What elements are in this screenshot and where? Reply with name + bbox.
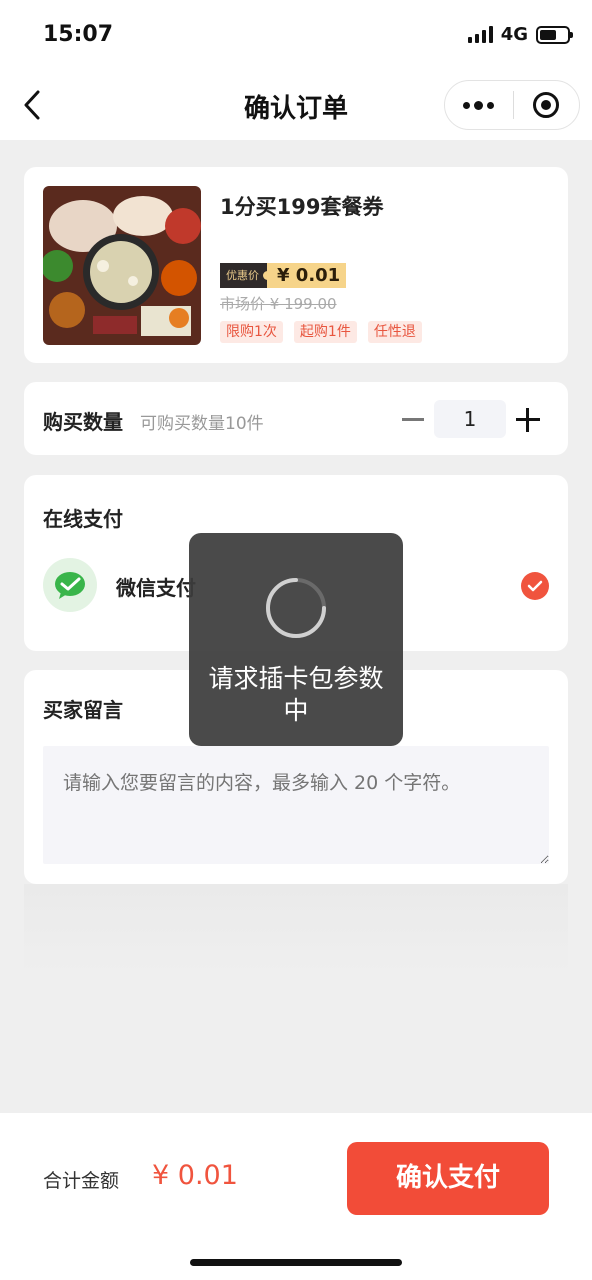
product-name: 1分买199套餐券 bbox=[220, 195, 384, 219]
wechat-pay-icon bbox=[43, 558, 97, 612]
mini-program-capsule bbox=[444, 80, 580, 130]
product-tags: 限购1次 起购1件 任性退 bbox=[220, 321, 422, 343]
message-title: 买家留言 bbox=[43, 698, 123, 722]
decrement-button[interactable] bbox=[402, 418, 424, 421]
quantity-card: 购买数量 可购买数量10件 1 bbox=[24, 382, 568, 455]
more-icon bbox=[463, 101, 471, 109]
loading-spinner-icon bbox=[266, 578, 326, 638]
increment-button[interactable] bbox=[516, 408, 540, 432]
discount-price: ¥ 0.01 bbox=[267, 263, 347, 288]
product-card: 1分买199套餐券 优惠价 ¥ 0.01 市场价 ¥ 199.00 限购1次 起… bbox=[24, 167, 568, 363]
price-row: 优惠价 ¥ 0.01 bbox=[220, 263, 347, 288]
wechat-pay-label[interactable]: 微信支付 bbox=[116, 572, 196, 601]
price-tag-label: 优惠价 bbox=[220, 263, 272, 288]
market-price: 市场价 ¥ 199.00 bbox=[220, 295, 337, 313]
battery-icon bbox=[536, 25, 573, 44]
network-type: 4G bbox=[500, 24, 528, 45]
tag-refund: 任性退 bbox=[367, 321, 422, 343]
payment-title: 在线支付 bbox=[43, 507, 123, 531]
home-indicator bbox=[190, 1259, 402, 1266]
confirm-pay-button[interactable]: 确认支付 bbox=[347, 1142, 549, 1215]
tag-min: 起购1件 bbox=[293, 321, 357, 343]
total-label: 合计金额 bbox=[43, 1170, 120, 1192]
target-icon bbox=[533, 92, 560, 118]
quantity-input[interactable]: 1 bbox=[434, 400, 506, 438]
more-button[interactable] bbox=[445, 81, 513, 129]
total-amount: ¥ 0.01 bbox=[152, 1160, 238, 1191]
selected-check-icon[interactable] bbox=[521, 572, 549, 600]
status-bar: 15:07 4G bbox=[0, 0, 592, 70]
quantity-hint: 可购买数量10件 bbox=[140, 414, 264, 434]
checkout-bar: 合计金额 ¥ 0.01 确认支付 bbox=[0, 1113, 592, 1280]
signal-icon bbox=[467, 26, 493, 43]
status-indicators: 4G bbox=[467, 24, 573, 45]
message-input[interactable] bbox=[43, 746, 549, 864]
card-shadow bbox=[24, 884, 568, 974]
product-image bbox=[43, 186, 201, 345]
nav-bar: 确认订单 bbox=[0, 70, 592, 140]
tag-limit: 限购1次 bbox=[220, 321, 283, 343]
quantity-label: 购买数量 bbox=[43, 410, 123, 434]
close-mini-program-button[interactable] bbox=[514, 81, 580, 129]
toast-message: 请求插卡包参数中 bbox=[208, 664, 384, 725]
loading-toast: 请求插卡包参数中 bbox=[189, 533, 403, 746]
status-time: 15:07 bbox=[43, 22, 114, 47]
